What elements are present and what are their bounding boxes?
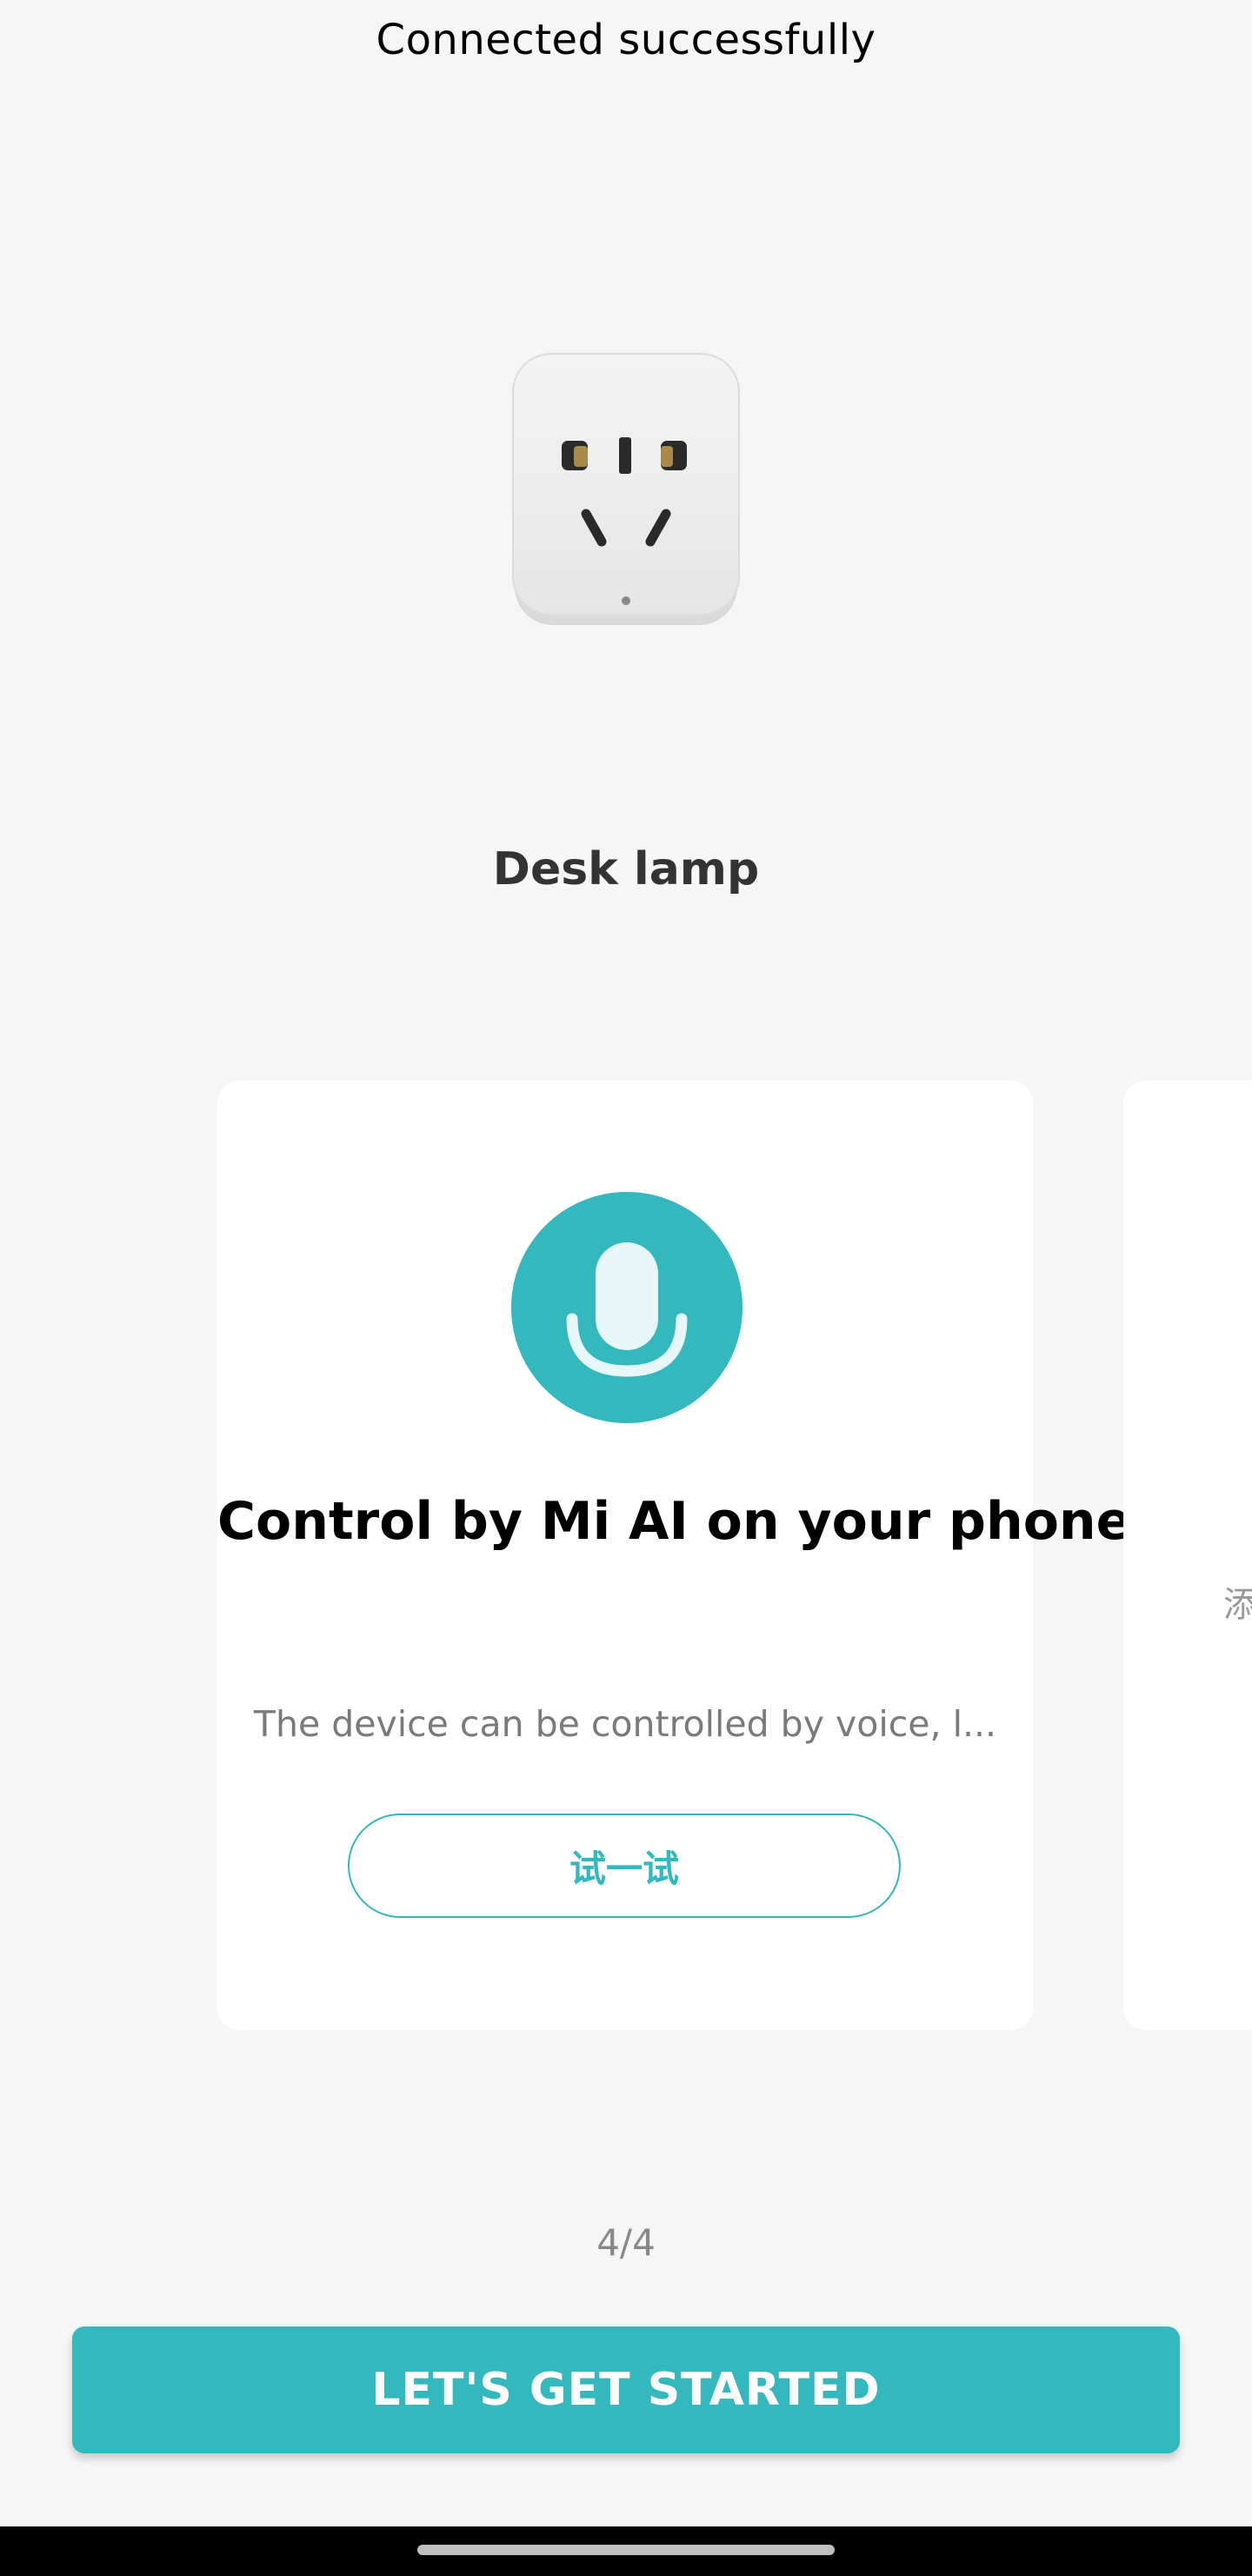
page-title: Connected successfully [376, 16, 876, 64]
card-title: Control by Mi AI on your phone [217, 1491, 1132, 1552]
microphone-icon [511, 1192, 743, 1423]
feature-card: Control by Mi AI on your phone The devic… [217, 1081, 1132, 2030]
navigation-bar [0, 2526, 1252, 2576]
next-feature-card[interactable]: 添 [1123, 1081, 1252, 2030]
card-description: The device can be controlled by voice, l… [253, 1703, 997, 1745]
try-button[interactable]: 试一试 [348, 1814, 901, 1918]
smart-plug-icon [511, 352, 741, 629]
home-indicator[interactable] [417, 2545, 835, 2555]
page-indicator: 4/4 [596, 2221, 656, 2264]
next-card-text: 添 [1223, 1585, 1252, 1625]
get-started-button[interactable]: LET'S GET STARTED [72, 2326, 1180, 2453]
device-name: Desk lamp [492, 843, 760, 895]
